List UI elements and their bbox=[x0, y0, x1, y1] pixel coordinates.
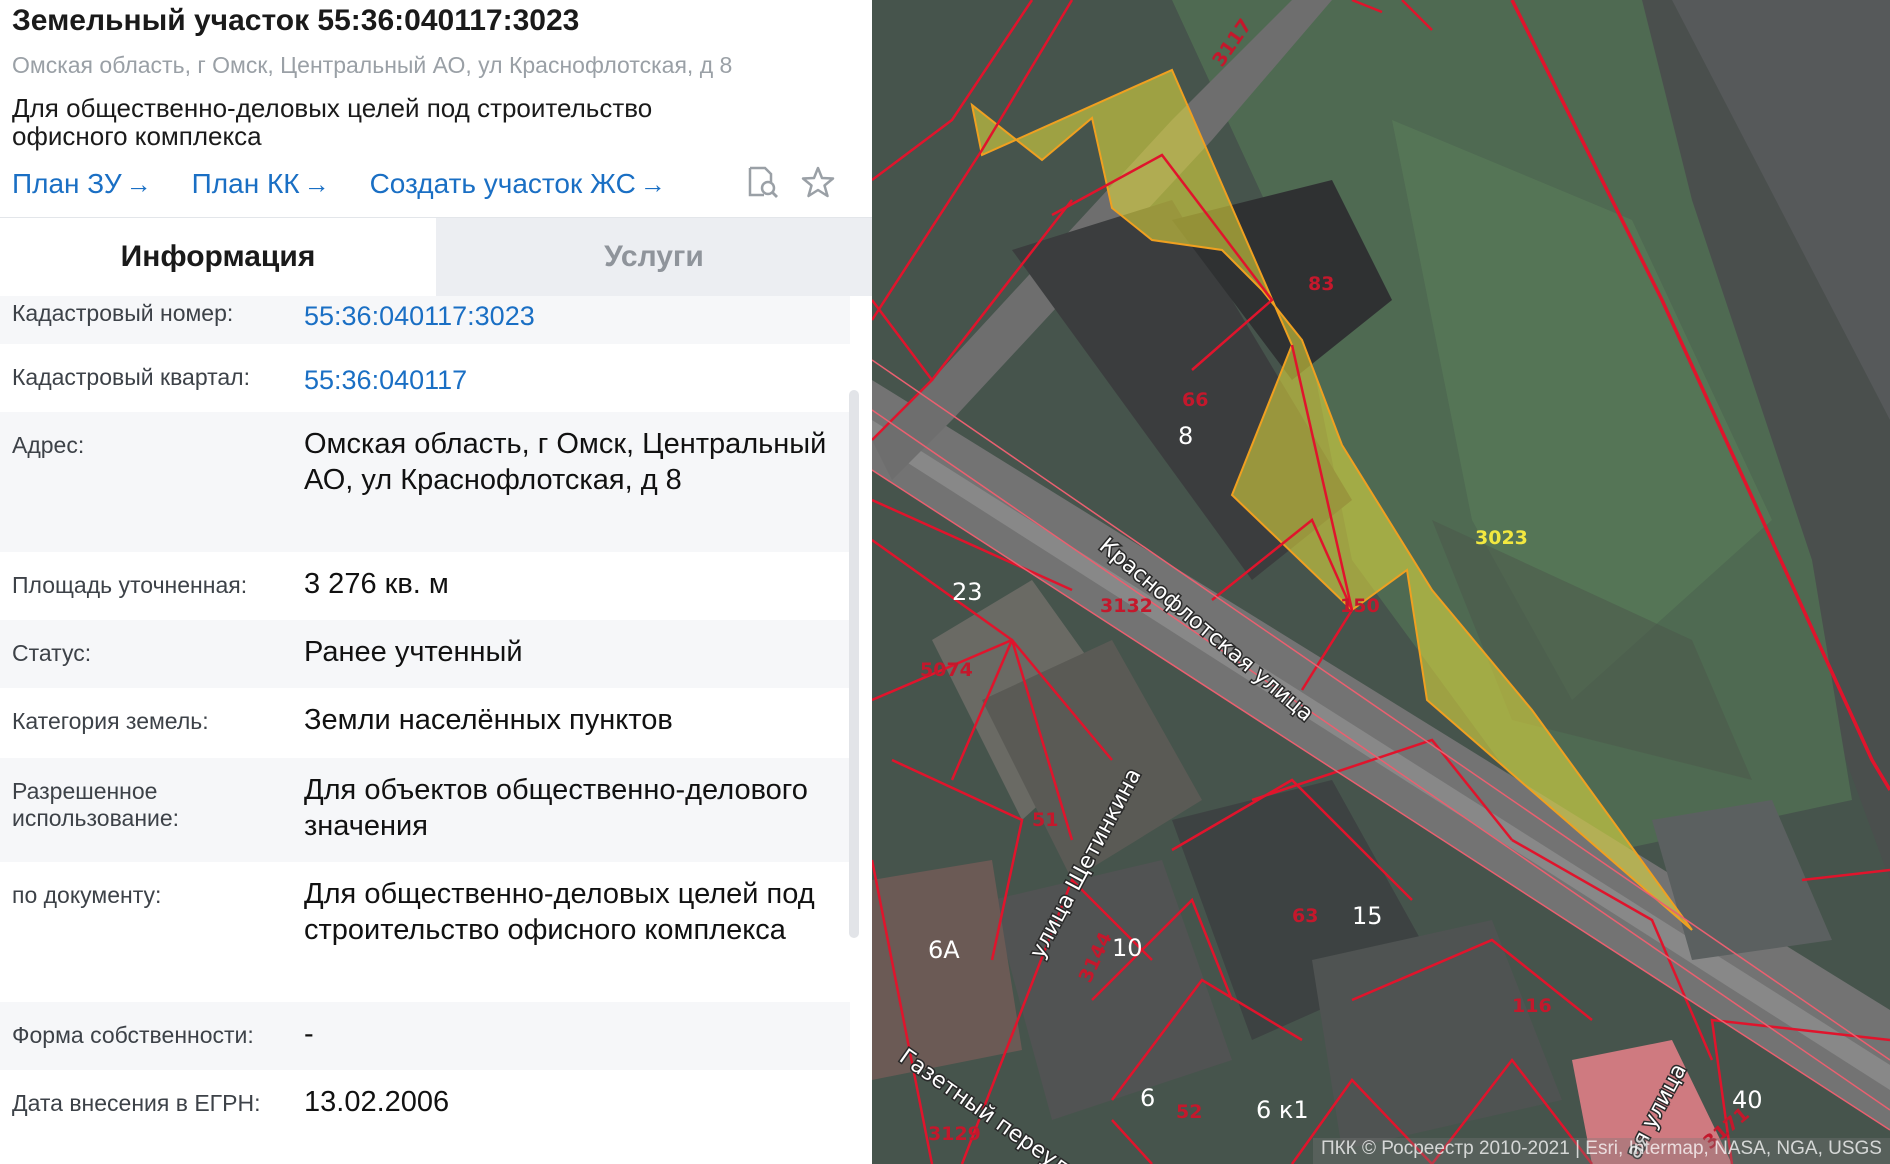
arrow-right-icon: → bbox=[639, 168, 666, 199]
row-label: Кадастровый квартал: bbox=[12, 364, 250, 390]
building-label: 6 к1 bbox=[1256, 1096, 1309, 1124]
row-label: Площадь уточненная: bbox=[12, 572, 248, 598]
header-links: План ЗУ → План КК → Создать участок ЖС → bbox=[12, 166, 706, 202]
map-canvas[interactable]: 3117 83 66 3023 150 3132 5074 51 63 116 … bbox=[872, 0, 1890, 1164]
address-value: Омская область, г Омск, Центральный АО, … bbox=[304, 428, 827, 496]
header-purpose: Для общественно-деловых целей под строит… bbox=[12, 93, 653, 151]
plan-zu-link[interactable]: План ЗУ → bbox=[12, 168, 152, 200]
cadastral-quarter-link[interactable]: 55:36:040117 bbox=[304, 344, 844, 412]
parcel-label: 83 bbox=[1308, 273, 1334, 295]
row-label: Категория земель: bbox=[12, 708, 209, 734]
parcel-label: 5074 bbox=[920, 659, 973, 681]
row-label: Адрес: bbox=[12, 432, 85, 458]
info-panel: Земельный участок 55:36:040117:3023 Омск… bbox=[0, 0, 872, 1164]
row-label: Кадастровый номер: bbox=[12, 300, 234, 326]
panel-header: Земельный участок 55:36:040117:3023 Омск… bbox=[0, 0, 872, 218]
plan-zu-label: План ЗУ bbox=[12, 168, 122, 199]
cadastral-map[interactable]: 3117 83 66 3023 150 3132 5074 51 63 116 … bbox=[872, 0, 1890, 1164]
scrollbar[interactable] bbox=[849, 390, 859, 938]
table-row: Адрес: Омская область, г Омск, Центральн… bbox=[0, 412, 850, 552]
table-row: по документу: Для общественно-деловых це… bbox=[0, 862, 850, 1002]
document-use-value: Для общественно-деловых целей под строит… bbox=[304, 878, 815, 946]
tab-information[interactable]: Информация bbox=[0, 218, 436, 296]
building-label: 6 bbox=[1140, 1084, 1155, 1112]
plan-kk-label: План КК bbox=[191, 168, 300, 199]
parcel-label: 3129 bbox=[928, 1123, 981, 1145]
row-label: по документу: bbox=[12, 882, 162, 908]
table-row: Статус: Ранее учтенный bbox=[0, 620, 850, 688]
table-row: Кадастровый квартал: 55:36:040117 bbox=[0, 344, 850, 412]
map-attribution: ПКК © Росреестр 2010-2021 | Esri, Interm… bbox=[1312, 1138, 1890, 1164]
tabs: Информация Услуги bbox=[0, 218, 872, 296]
arrow-right-icon: → bbox=[303, 168, 330, 199]
arrow-right-icon: → bbox=[125, 168, 152, 199]
land-category-value: Земли населённых пунктов bbox=[304, 704, 673, 736]
building-label: 6А bbox=[928, 936, 960, 964]
parcel-label: 150 bbox=[1340, 595, 1380, 617]
area-value: 3 276 кв. м bbox=[304, 568, 449, 600]
tab-services[interactable]: Услуги bbox=[436, 218, 872, 296]
plan-kk-link[interactable]: План КК → bbox=[192, 168, 330, 200]
row-label: Статус: bbox=[12, 640, 92, 666]
row-label: Дата внесения в ЕГРН: bbox=[12, 1090, 261, 1116]
table-row: Разрешенное использование: Для объектов … bbox=[0, 758, 850, 862]
table-row: Дата внесения в ЕГРН: 13.02.2006 bbox=[0, 1070, 850, 1140]
table-row: Форма собственности: - bbox=[0, 1002, 850, 1070]
building-label: 40 bbox=[1732, 1086, 1763, 1114]
page-title: Земельный участок 55:36:040117:3023 bbox=[12, 4, 580, 37]
table-row: Кадастровый номер: 55:36:040117:3023 bbox=[0, 296, 850, 344]
parcel-label: 66 bbox=[1182, 389, 1208, 411]
parcel-label: 116 bbox=[1512, 995, 1552, 1017]
building-label: 23 bbox=[952, 578, 983, 606]
parcel-label: 51 bbox=[1032, 809, 1058, 831]
document-search-icon[interactable] bbox=[744, 164, 780, 200]
building-label: 10 bbox=[1112, 934, 1143, 962]
selected-parcel-label: 3023 bbox=[1475, 527, 1528, 549]
info-table: Кадастровый номер: 55:36:040117:3023 Кад… bbox=[0, 296, 850, 1164]
row-label: Разрешенное использование: bbox=[12, 778, 180, 831]
status-value: Ранее учтенный bbox=[304, 636, 523, 668]
create-parcel-label: Создать участок ЖС bbox=[369, 168, 636, 199]
egrn-date-value: 13.02.2006 bbox=[304, 1086, 450, 1118]
building-label: 15 bbox=[1352, 902, 1383, 930]
parcel-label: 63 bbox=[1292, 905, 1318, 927]
row-label: Форма собственности: bbox=[12, 1022, 254, 1048]
parcel-label: 52 bbox=[1176, 1101, 1202, 1123]
ownership-value: - bbox=[304, 1018, 314, 1050]
create-parcel-link[interactable]: Создать участок ЖС → bbox=[370, 168, 666, 200]
parcel-label: 3132 bbox=[1100, 595, 1153, 617]
table-row: Площадь уточненная: 3 276 кв. м bbox=[0, 552, 850, 620]
cadastral-number-link[interactable]: 55:36:040117:3023 bbox=[304, 296, 844, 344]
header-address: Омская область, г Омск, Центральный АО, … bbox=[12, 52, 733, 78]
star-icon[interactable] bbox=[800, 164, 836, 200]
building-label: 8 bbox=[1178, 422, 1193, 450]
header-actions bbox=[744, 164, 836, 200]
table-row: Категория земель: Земли населённых пункт… bbox=[0, 688, 850, 758]
permitted-use-value: Для объектов общественно-делового значен… bbox=[304, 774, 808, 842]
